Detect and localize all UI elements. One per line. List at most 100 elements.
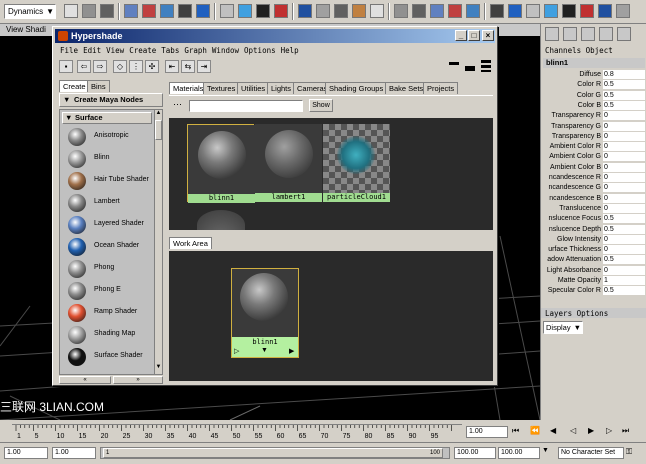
tool-icon[interactable] xyxy=(238,4,252,18)
attribute-row[interactable]: Ambient Color R0 xyxy=(541,142,646,152)
shader-item[interactable]: Hair Tube Shader xyxy=(66,170,154,192)
start-time-field[interactable]: 1.00 xyxy=(4,447,48,459)
layout-icon[interactable] xyxy=(545,27,559,41)
node-blinn1[interactable]: blinn1 ▷ ▼ ▶ xyxy=(231,268,299,358)
tool-icon[interactable] xyxy=(82,4,96,18)
menu-view[interactable]: View xyxy=(106,45,124,57)
tool-icon[interactable] xyxy=(544,4,558,18)
go-start-icon[interactable]: ⏮ xyxy=(512,426,519,436)
hierarchy-icon[interactable]: ⋮ xyxy=(129,60,143,73)
character-set-field[interactable]: No Character Set xyxy=(558,447,624,459)
attribute-value[interactable]: 0 xyxy=(603,265,645,275)
output-icon[interactable]: ⇥ xyxy=(197,60,211,73)
scroll-right-button[interactable]: » xyxy=(113,376,163,384)
attribute-value[interactable]: 1 xyxy=(603,276,645,285)
shader-item[interactable]: Blinn xyxy=(66,148,154,170)
surface-header[interactable]: ▼ Surface xyxy=(62,112,152,124)
attribute-value[interactable]: 0 xyxy=(603,183,645,193)
attribute-row[interactable]: urface Thickness 0 xyxy=(541,245,646,255)
tool-icon[interactable] xyxy=(142,4,156,18)
tool-icon[interactable] xyxy=(274,4,288,18)
chevron-down-icon[interactable]: ▼ xyxy=(542,447,556,459)
tab-shading-groups[interactable]: Shading Groups xyxy=(325,82,388,94)
menu-edit[interactable]: Edit xyxy=(83,45,101,57)
tool-icon[interactable] xyxy=(508,4,522,18)
window-titlebar[interactable]: Hypershade _ □ × xyxy=(55,29,495,43)
layout-icon[interactable] xyxy=(617,27,631,41)
menu-window[interactable]: Window xyxy=(212,45,239,57)
tool-icon[interactable] xyxy=(256,4,270,18)
arrow-right-icon[interactable]: ⇨ xyxy=(93,60,107,73)
layers-menu[interactable]: Layers Options xyxy=(545,309,608,318)
swatch-lambert1[interactable]: lambert1 xyxy=(255,124,322,202)
search-input[interactable] xyxy=(189,100,303,112)
shader-item[interactable]: Phong xyxy=(66,258,154,280)
menu-file[interactable]: File xyxy=(60,45,78,57)
maximize-button[interactable]: □ xyxy=(468,30,480,41)
channels-menu[interactable]: Channels Object xyxy=(545,46,613,55)
tool-icon[interactable] xyxy=(124,4,138,18)
tool-icon[interactable] xyxy=(448,4,462,18)
attribute-value[interactable]: 0.5 xyxy=(603,286,645,296)
attribute-row[interactable]: nslucence Focus 0.5 xyxy=(541,214,646,224)
attribute-row[interactable]: nslucence Depth 0.5 xyxy=(541,224,646,235)
attribute-value[interactable]: 0.5 xyxy=(603,90,645,100)
menu-options[interactable]: Options xyxy=(244,45,276,57)
attribute-row[interactable]: Diffuse 0.8 xyxy=(541,70,646,80)
tab-materials[interactable]: Materials xyxy=(169,82,208,94)
tool-icon[interactable] xyxy=(412,4,426,18)
tool-icon[interactable] xyxy=(490,4,504,18)
attribute-row[interactable]: Translucence 0 xyxy=(541,203,646,214)
tool-icon[interactable] xyxy=(316,4,330,18)
step-back-icon[interactable]: ◀ xyxy=(550,426,556,435)
tool-icon[interactable] xyxy=(178,4,192,18)
attribute-row[interactable]: ncandescence R0 xyxy=(541,173,646,183)
node-name[interactable]: blinn1 xyxy=(543,58,645,68)
play-back-icon[interactable]: ◁ xyxy=(570,426,576,435)
attribute-value[interactable]: 0 xyxy=(603,121,645,131)
time-slider[interactable]: 1 5 10 15 20 25 30 35 40 45 50 55 60 65 70 75 80 85 90 95 1… xyxy=(0,420,646,442)
tool-icon[interactable] xyxy=(160,4,174,18)
attribute-value[interactable]: 0.5 xyxy=(603,100,645,110)
minimize-button[interactable]: _ xyxy=(455,30,467,41)
attribute-value[interactable]: 0 xyxy=(603,162,645,172)
attribute-value[interactable]: 0 xyxy=(603,173,645,182)
scroll-left-button[interactable]: « xyxy=(59,376,111,384)
tab-create[interactable]: Create xyxy=(59,80,90,92)
go-end-icon[interactable]: ⏭ xyxy=(622,426,629,436)
attribute-value[interactable]: 0 xyxy=(603,152,645,162)
expand-icon[interactable]: ▼ xyxy=(261,347,268,354)
key-icon[interactable]: ⚿ xyxy=(626,447,640,459)
shader-item[interactable]: Anisotropic xyxy=(66,126,154,148)
layout-icon[interactable] xyxy=(599,27,613,41)
layers-display-dropdown[interactable]: Display ▼ xyxy=(543,321,583,334)
attribute-value[interactable]: 0 xyxy=(603,234,645,244)
menu-create[interactable]: Create xyxy=(129,45,156,57)
graph-icon[interactable]: ▪ xyxy=(59,60,73,73)
tab-bake-sets[interactable]: Bake Sets xyxy=(385,82,428,94)
current-frame-field[interactable]: 1.00 xyxy=(466,426,508,438)
swatch-particlecloud1[interactable]: particleCloud1 xyxy=(323,124,390,202)
attribute-value[interactable]: 0 xyxy=(603,111,645,121)
shader-item[interactable]: Phong E xyxy=(66,280,154,302)
tool-icon[interactable] xyxy=(466,4,480,18)
tool-icon[interactable] xyxy=(598,4,612,18)
tool-icon[interactable] xyxy=(100,4,114,18)
tab-work-area[interactable]: Work Area xyxy=(169,237,212,249)
attribute-value[interactable]: 0.5 xyxy=(603,214,645,224)
attribute-value[interactable]: 0 xyxy=(603,245,645,255)
layout-bottom-icon[interactable] xyxy=(465,62,475,71)
tab-utilities[interactable]: Utilities xyxy=(237,82,270,94)
swatch-blinn1[interactable]: blinn1 xyxy=(187,124,255,203)
shader-item[interactable]: Ramp Shader xyxy=(66,302,154,324)
attribute-value[interactable]: 0.5 xyxy=(603,80,645,90)
tool-icon[interactable] xyxy=(430,4,444,18)
eraser-icon[interactable]: ◇ xyxy=(113,60,127,73)
timeline-track[interactable]: 1 5 10 15 20 25 30 35 40 45 50 55 60 65 70 75 80 85 90 95 xyxy=(12,424,462,439)
menu-help[interactable]: Help xyxy=(281,45,299,57)
attribute-value[interactable]: 0 xyxy=(603,203,645,213)
tab-lights[interactable]: Lights xyxy=(267,82,296,94)
attribute-row[interactable]: Color G 0.5 xyxy=(541,90,646,101)
menu-graph[interactable]: Graph xyxy=(184,45,207,57)
shader-item[interactable]: Shading Map xyxy=(66,324,154,346)
